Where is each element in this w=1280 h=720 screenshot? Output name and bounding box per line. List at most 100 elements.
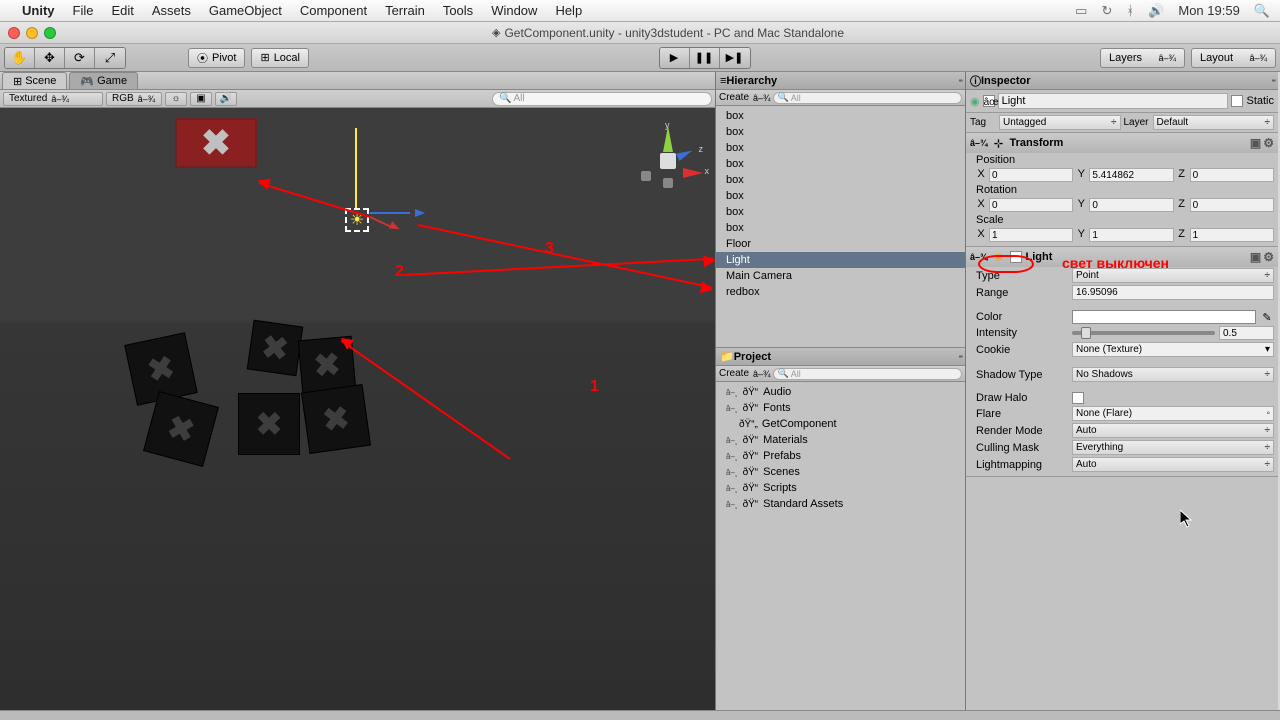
menu-assets[interactable]: Assets [152, 3, 191, 18]
scale-y-field[interactable]: 1 [1089, 228, 1173, 242]
settings-icon[interactable]: ⚙ [1263, 250, 1274, 264]
hierarchy-item[interactable]: box [716, 108, 965, 124]
culling-dropdown[interactable]: Everything÷ [1072, 440, 1274, 455]
shading-dropdown[interactable]: Textured [3, 92, 103, 106]
window-zoom-button[interactable] [44, 27, 56, 39]
project-item[interactable]: Fonts [716, 400, 965, 416]
hierarchy-item[interactable]: box [716, 204, 965, 220]
tag-label: Tag [970, 117, 996, 128]
scene-audio-toggle[interactable]: 🔊 [215, 92, 237, 106]
display-icon[interactable]: ▭ [1075, 3, 1087, 19]
project-item[interactable]: Audio [716, 384, 965, 400]
layout-dropdown[interactable]: Layout [1191, 48, 1276, 68]
rotate-tool[interactable]: ⟳ [65, 48, 95, 68]
scene-viewport[interactable]: ✖ ☀ ✖ ✖ ✖ ✖ ✖ ✖ y x z [0, 108, 715, 710]
shadow-dropdown[interactable]: No Shadows÷ [1072, 367, 1274, 382]
hierarchy-create-button[interactable]: Create [719, 92, 771, 103]
local-toggle[interactable]: ⊞Local [251, 48, 309, 68]
static-checkbox[interactable] [1231, 95, 1243, 107]
rot-z-field[interactable]: 0 [1190, 198, 1274, 212]
project-item[interactable]: Prefabs [716, 448, 965, 464]
scale-tool[interactable]: ⤢ [95, 48, 125, 68]
volume-icon[interactable]: 🔊 [1148, 3, 1164, 19]
hierarchy-item[interactable]: box [716, 140, 965, 156]
scale-z-field[interactable]: 1 [1190, 228, 1274, 242]
intensity-slider[interactable] [1072, 331, 1215, 335]
step-button[interactable]: ▶❚ [720, 48, 750, 68]
menu-help[interactable]: Help [555, 3, 582, 18]
game-tab[interactable]: 🎮Game [69, 72, 138, 89]
hierarchy-item[interactable]: box [716, 172, 965, 188]
menu-edit[interactable]: Edit [111, 3, 133, 18]
intensity-field[interactable]: 0.5 [1219, 326, 1274, 340]
hierarchy-item[interactable]: box [716, 188, 965, 204]
scale-x-field[interactable]: 1 [989, 228, 1073, 242]
hierarchy-item[interactable]: box [716, 220, 965, 236]
cookie-field[interactable]: None (Texture)▾ [1072, 342, 1274, 357]
layer-dropdown[interactable]: Default÷ [1153, 115, 1275, 130]
gameobject-active-checkbox[interactable] [983, 95, 995, 107]
hierarchy-item[interactable]: Main Camera [716, 268, 965, 284]
bluetooth-icon[interactable]: ᚼ [1126, 3, 1134, 18]
scene-gizmo[interactable]: y x z [633, 126, 703, 196]
scene-search[interactable]: 🔍All [492, 92, 712, 106]
tag-dropdown[interactable]: Untagged÷ [999, 115, 1121, 130]
project-item[interactable]: Scripts [716, 480, 965, 496]
project-search[interactable]: 🔍All [773, 368, 962, 380]
flare-field[interactable]: None (Flare)◦ [1072, 406, 1274, 421]
render-mode-dropdown[interactable]: Auto÷ [1072, 423, 1274, 438]
transform-component-header[interactable]: ⊹Transform▣⚙ [966, 133, 1278, 153]
hierarchy-item[interactable]: box [716, 124, 965, 140]
hand-tool[interactable]: ✋ [5, 48, 35, 68]
project-item[interactable]: Materials [716, 432, 965, 448]
clock[interactable]: Mon 19:59 [1178, 3, 1239, 18]
project-list[interactable]: AudioFontsGetComponentMaterialsPrefabsSc… [716, 382, 965, 710]
pos-x-field[interactable]: 0 [989, 168, 1073, 182]
mouse-cursor [1180, 510, 1194, 528]
menu-component[interactable]: Component [300, 3, 367, 18]
spotlight-icon[interactable]: 🔍 [1254, 3, 1270, 19]
scene-fx-toggle[interactable]: ▣ [190, 92, 212, 106]
color-field[interactable] [1072, 310, 1256, 324]
menu-tools[interactable]: Tools [443, 3, 473, 18]
pivot-toggle[interactable]: ⦿Pivot [188, 48, 245, 68]
scene-lighting-toggle[interactable]: ☼ [165, 92, 187, 106]
menu-app[interactable]: Unity [22, 3, 55, 18]
project-create-button[interactable]: Create [719, 368, 771, 379]
hierarchy-list[interactable]: boxboxboxboxboxboxboxboxFloorLightMain C… [716, 106, 965, 347]
window-close-button[interactable] [8, 27, 20, 39]
help-icon[interactable]: ▣ [1250, 250, 1261, 264]
hierarchy-item[interactable]: box [716, 156, 965, 172]
folder-icon [743, 466, 761, 478]
window-minimize-button[interactable] [26, 27, 38, 39]
rot-y-field[interactable]: 0 [1089, 198, 1173, 212]
hierarchy-item[interactable]: Light [716, 252, 965, 268]
project-item[interactable]: Standard Assets [716, 496, 965, 512]
project-item[interactable]: GetComponent [716, 416, 965, 432]
lightmap-dropdown[interactable]: Auto÷ [1072, 457, 1274, 472]
layers-dropdown[interactable]: Layers [1100, 48, 1185, 68]
hierarchy-search[interactable]: 🔍All [773, 92, 962, 104]
draw-halo-checkbox[interactable] [1072, 392, 1084, 404]
scene-tab[interactable]: ⊞Scene [2, 72, 67, 89]
timemachine-icon[interactable]: ↻ [1101, 3, 1112, 19]
range-field[interactable]: 16.95096 [1072, 285, 1274, 300]
pause-button[interactable]: ❚❚ [690, 48, 720, 68]
eyedropper-icon[interactable]: ✎ [1260, 311, 1274, 324]
hierarchy-item[interactable]: Floor [716, 236, 965, 252]
pos-z-field[interactable]: 0 [1190, 168, 1274, 182]
render-mode-dropdown[interactable]: RGB [106, 92, 162, 106]
rot-x-field[interactable]: 0 [989, 198, 1073, 212]
menu-window[interactable]: Window [491, 3, 537, 18]
hierarchy-item[interactable]: redbox [716, 284, 965, 300]
project-item[interactable]: Scenes [716, 464, 965, 480]
menu-file[interactable]: File [73, 3, 94, 18]
play-button[interactable]: ▶ [660, 48, 690, 68]
pos-y-field[interactable]: 5.414862 [1089, 168, 1173, 182]
menu-terrain[interactable]: Terrain [385, 3, 425, 18]
move-tool[interactable]: ✥ [35, 48, 65, 68]
settings-icon[interactable]: ⚙ [1263, 136, 1274, 150]
help-icon[interactable]: ▣ [1250, 136, 1261, 150]
menu-gameobject[interactable]: GameObject [209, 3, 282, 18]
gameobject-name-field[interactable]: Light [998, 93, 1229, 109]
